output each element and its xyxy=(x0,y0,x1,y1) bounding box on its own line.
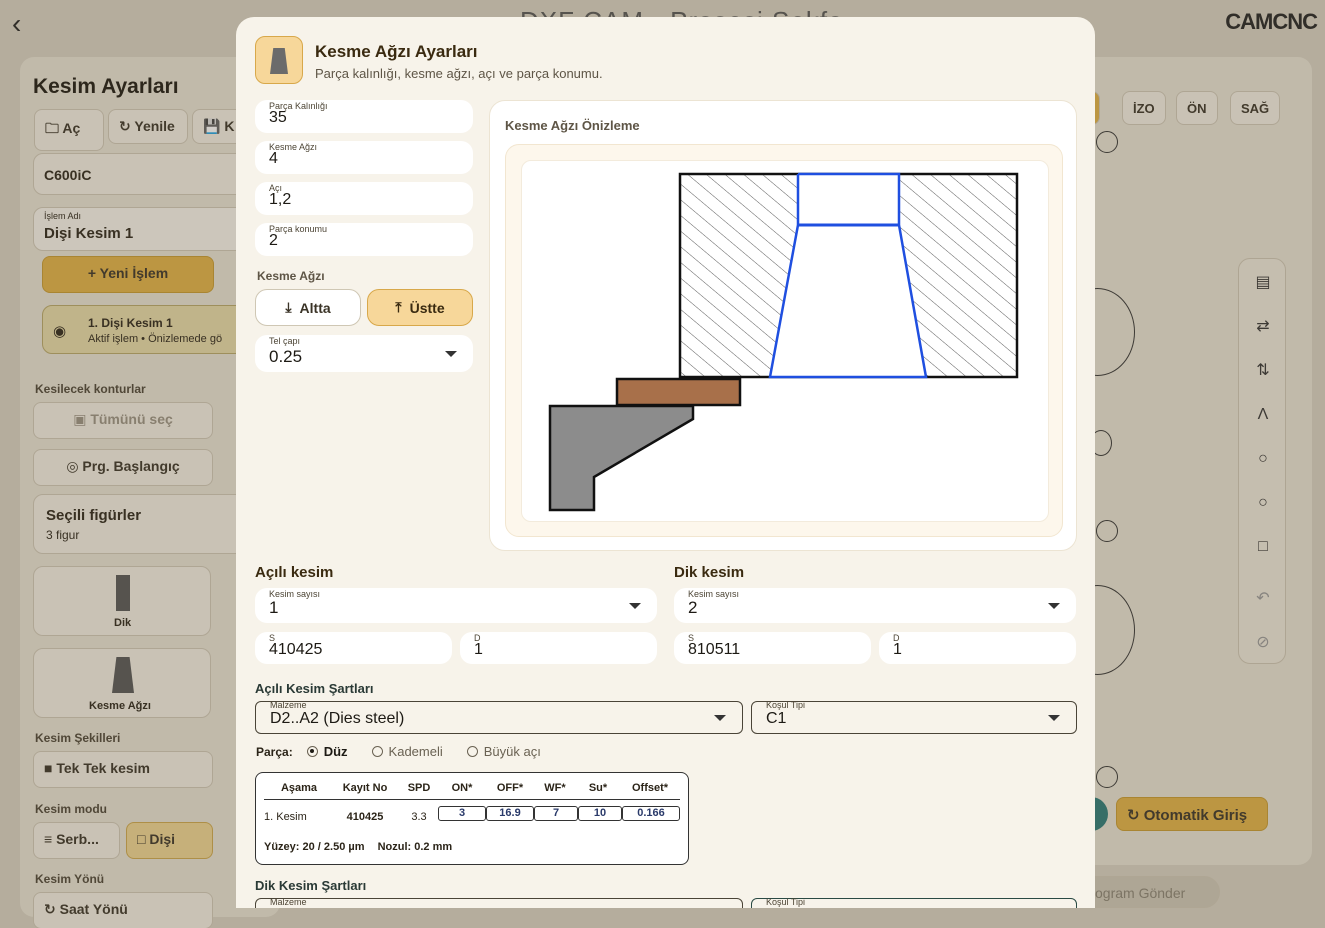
kerf-preview-card: Kesme Ağzı Önizleme xyxy=(489,100,1077,551)
straight-cut-title: Dik kesim xyxy=(674,564,745,581)
straight-s-field[interactable]: S 810511 xyxy=(674,632,871,664)
radio-selected-icon xyxy=(306,746,318,757)
angled-s-field[interactable]: S 410425 xyxy=(255,632,452,664)
modal-subtitle: Parça kalınlığı, kesme ağzı, açı ve parç… xyxy=(315,66,603,81)
kerf-diagram xyxy=(548,172,1019,512)
chevron-down-icon xyxy=(1048,603,1060,609)
water-input[interactable]: 10 xyxy=(578,806,622,821)
wire-diameter-select[interactable]: Tel çapı 0.25 xyxy=(255,335,473,372)
angled-conditions-title: Açılı Kesim Şartları xyxy=(255,681,374,696)
straight-material-select[interactable]: Malzeme xyxy=(255,897,743,908)
angled-count-select[interactable]: Kesim sayısı 1 xyxy=(255,588,657,623)
chevron-down-icon xyxy=(1048,715,1060,721)
radio-empty-icon xyxy=(371,746,383,757)
preview-canvas xyxy=(521,160,1049,522)
straight-conditions-title: Dik Kesim Şartları xyxy=(255,878,367,893)
radio-flat[interactable]: Düz xyxy=(306,744,348,759)
kerf-settings-modal: Kesme Ağzı Ayarları Parça kalınlığı, kes… xyxy=(236,17,1095,908)
align-top-icon: ⤒ xyxy=(395,299,402,315)
offset-input[interactable]: 0.166 xyxy=(622,806,680,821)
chevron-down-icon xyxy=(629,603,641,609)
position-field[interactable]: Parça konumu 2 xyxy=(255,223,473,256)
straight-condition-type-select[interactable]: Koşul Tipi xyxy=(751,897,1077,908)
radio-stepped[interactable]: Kademeli xyxy=(371,744,443,759)
angle-field[interactable]: Açı 1,2 xyxy=(255,182,473,215)
table-footer: Yüzey: 20 / 2.50 µm Nozul: 0.2 mm xyxy=(264,841,453,853)
on-time-input[interactable]: 3 xyxy=(438,806,486,821)
kerf-field[interactable]: Kesme Ağzı 4 xyxy=(255,141,473,174)
kerf-bottom-button[interactable]: ⤓ Altta xyxy=(255,289,361,326)
kerf-side-label: Kesme Ağzı xyxy=(257,269,325,283)
thickness-field[interactable]: Parça Kalınlığı 35 xyxy=(255,100,473,133)
kerf-shape-icon xyxy=(255,36,303,84)
straight-d-field[interactable]: D 1 xyxy=(879,632,1076,664)
angled-conditions-table: Aşama Kayıt No SPD ON* OFF* WF* Su* Offs… xyxy=(255,772,689,865)
table-header: Aşama Kayıt No SPD ON* OFF* WF* Su* Offs… xyxy=(264,782,680,800)
chevron-down-icon xyxy=(714,715,726,721)
radio-empty-icon xyxy=(466,746,478,757)
off-time-input[interactable]: 16.9 xyxy=(486,806,534,821)
radio-large-angle[interactable]: Büyük açı xyxy=(466,744,541,759)
angled-condition-type-select[interactable]: Koşul Tipi C1 xyxy=(751,700,1077,734)
preview-title: Kesme Ağzı Önizleme xyxy=(505,118,640,133)
wire-guide xyxy=(615,377,742,407)
angled-d-field[interactable]: D 1 xyxy=(460,632,657,664)
straight-count-select[interactable]: Kesim sayısı 2 xyxy=(674,588,1076,623)
align-bottom-icon: ⤓ xyxy=(285,299,292,315)
part-type-radio-group: Parça: Düz Kademeli Büyük açı xyxy=(256,744,541,759)
holder-clamp xyxy=(548,404,695,512)
preview-frame xyxy=(505,144,1063,537)
angled-material-select[interactable]: Malzeme D2..A2 (Dies steel) xyxy=(255,700,743,734)
wire-feed-input[interactable]: 7 xyxy=(534,806,578,821)
chevron-down-icon xyxy=(445,351,457,357)
angled-cut-title: Açılı kesim xyxy=(255,564,334,581)
modal-title: Kesme Ağzı Ayarları xyxy=(315,42,478,61)
table-row: 1. Kesim 410425 3.3 3 16.9 7 10 0.166 xyxy=(264,806,680,829)
kerf-top-button[interactable]: ⤒ Üstte xyxy=(367,289,473,326)
